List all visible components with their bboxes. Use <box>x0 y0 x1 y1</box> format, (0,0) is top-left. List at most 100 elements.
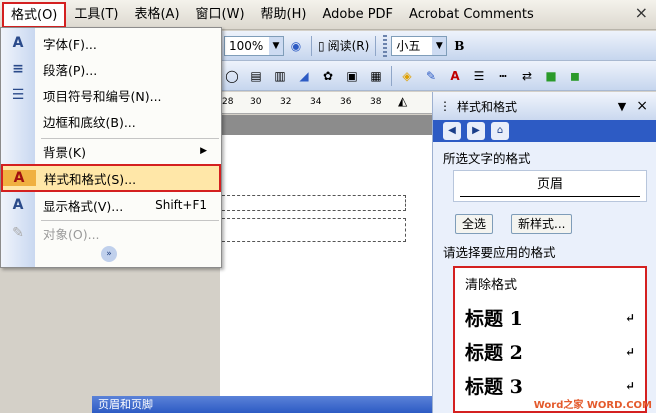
zoom-combo[interactable]: 100% ▼ <box>224 35 284 56</box>
style-list[interactable]: 清除格式 标题 1 ↵ 标题 2 ↵ 标题 3 ↵ <box>453 266 647 413</box>
close-icon[interactable]: × <box>635 3 648 22</box>
help-icon[interactable]: ◉ <box>287 35 305 57</box>
menu-item-label: 样式和格式(S)... <box>44 171 137 187</box>
chevron-down-icon[interactable]: ▼ <box>269 36 283 55</box>
style-name: 标题 1 <box>465 308 523 330</box>
menu-bar: 格式(O) 工具(T) 表格(A) 窗口(W) 帮助(H) Adobe PDF … <box>0 0 656 30</box>
font-size-combo[interactable]: 小五 ▼ <box>391 35 448 56</box>
menu-item-label: 对象(O)... <box>43 226 100 242</box>
menu-item-borders-shading[interactable]: 边框和底纹(B)... <box>1 108 221 134</box>
menu-item-reveal-formatting[interactable]: A 显示格式(V)... Shift+F1 <box>1 192 221 218</box>
styles-task-pane: ⋮ 样式和格式 ▼ × ◀ ▶ ⌂ 所选文字的格式 页眉 全选 新样式... 请… <box>432 92 656 413</box>
menu-item-label: 字体(F)... <box>43 36 97 52</box>
arrow-style-icon[interactable]: ⇄ <box>518 65 536 87</box>
menu-format[interactable]: 格式(O) <box>2 1 67 28</box>
menu-help[interactable]: 帮助(H) <box>253 2 315 28</box>
menu-table[interactable]: 表格(A) <box>126 2 187 28</box>
toolbar-separator <box>375 35 377 56</box>
wordart-icon[interactable]: ◢ <box>295 65 313 87</box>
ruler-tick: 38 <box>370 97 382 107</box>
back-icon[interactable]: ◀ <box>443 122 461 140</box>
grip-icon[interactable]: ⋮ <box>439 99 451 113</box>
line-color-icon[interactable]: ✎ <box>422 65 440 87</box>
menu-item-object: ✎ 对象(O)... <box>1 220 221 246</box>
select-all-button[interactable]: 全选 <box>455 214 494 234</box>
object-icon: ✎ <box>12 225 24 241</box>
toolbar-separator <box>391 65 392 86</box>
pane-options-icon[interactable]: ▼ <box>618 100 626 113</box>
style-item-clear-format[interactable]: 清除格式 <box>465 274 635 293</box>
line-style-icon[interactable]: ☰ <box>470 65 488 87</box>
watermark: Word之家 WORD.COM <box>533 400 652 411</box>
drawing-toolbar: ◯ ▤ ▥ ◢ ✿ ▣ ▦ ◈ ✎ A ☰ ┅ ⇄ ■ ◼ <box>220 61 656 91</box>
apply-format-label: 请选择要应用的格式 <box>443 245 556 260</box>
bold-button[interactable]: B <box>450 35 468 57</box>
format-underline <box>460 196 640 197</box>
picture-icon[interactable]: ▦ <box>367 65 385 87</box>
menu-item-bullets-numbering[interactable]: ☰ 项目符号和编号(N)... <box>1 82 221 108</box>
textbox-icon[interactable]: ▤ <box>247 65 265 87</box>
style-name: 标题 3 <box>465 376 523 398</box>
toolbar-grip[interactable] <box>383 34 388 57</box>
menu-adobe-pdf[interactable]: Adobe PDF <box>314 2 401 28</box>
3d-icon[interactable]: ◼ <box>566 65 584 87</box>
style-name: 标题 2 <box>465 342 523 364</box>
forward-icon[interactable]: ▶ <box>467 122 485 140</box>
clipart-icon[interactable]: ▣ <box>343 65 361 87</box>
vertical-textbox-icon[interactable]: ▥ <box>271 65 289 87</box>
style-item-heading-2[interactable]: 标题 2 ↵ <box>465 338 635 365</box>
ruler-tick: 32 <box>280 97 292 107</box>
fill-color-icon[interactable]: ◈ <box>398 65 416 87</box>
bold-label: B <box>454 38 465 53</box>
menu-item-label: 显示格式(V)... <box>43 198 124 214</box>
header-area[interactable] <box>222 218 406 242</box>
chevron-down-icon[interactable]: ▼ <box>432 36 447 55</box>
document-page[interactable] <box>220 135 432 413</box>
zoom-value: 100% <box>229 38 264 53</box>
font-size-value: 小五 <box>396 39 421 53</box>
menu-item-label: 段落(P)... <box>43 62 98 78</box>
read-button[interactable]: ▯ 阅读(R) <box>318 35 369 57</box>
standard-toolbar: 100% ▼ ◉ ▯ 阅读(R) 小五 ▼ B <box>220 31 656 61</box>
menu-item-background[interactable]: 背景(K) ▶ <box>1 138 221 164</box>
paragraph-icon: ≡ <box>12 61 24 77</box>
shadow-icon[interactable]: ■ <box>542 65 560 87</box>
menu-item-label: 背景(K) <box>43 144 86 160</box>
font-color-icon[interactable]: A <box>446 65 464 87</box>
task-pane-title: 样式和格式 <box>457 99 518 114</box>
horizontal-ruler: 28 30 32 34 36 38 ◭ <box>220 92 432 114</box>
new-style-button[interactable]: 新样式... <box>511 214 573 234</box>
diagram-icon[interactable]: ✿ <box>319 65 337 87</box>
home-icon[interactable]: ⌂ <box>491 122 509 140</box>
oval-icon[interactable]: ◯ <box>223 65 241 87</box>
style-item-heading-3[interactable]: 标题 3 ↵ <box>465 372 635 399</box>
expand-menu-icon[interactable]: » <box>101 246 117 262</box>
format-dropdown-menu: A 字体(F)... ≡ 段落(P)... ☰ 项目符号和编号(N)... 边框… <box>0 27 222 268</box>
menu-shortcut: Shift+F1 <box>155 198 207 212</box>
menu-acrobat-comments[interactable]: Acrobat Comments <box>401 2 542 28</box>
dash-style-icon[interactable]: ┅ <box>494 65 512 87</box>
task-pane-header: ⋮ 样式和格式 ▼ × <box>433 92 656 120</box>
dialog-title: 页眉和页脚 <box>98 398 153 411</box>
menu-item-label: 项目符号和编号(N)... <box>43 88 162 104</box>
menu-item-paragraph[interactable]: ≡ 段落(P)... <box>1 56 221 82</box>
paragraph-mark-icon: ↵ <box>624 344 635 359</box>
styles-icon: A <box>2 170 36 186</box>
style-item-heading-1[interactable]: 标题 1 ↵ <box>465 304 635 331</box>
close-icon[interactable]: × <box>636 98 648 114</box>
ruler-tick: 34 <box>310 97 322 107</box>
document-background <box>220 115 432 135</box>
toolbar-separator <box>311 35 312 56</box>
read-label: 阅读(R) <box>327 39 370 53</box>
menu-item-styles-formatting[interactable]: A 样式和格式(S)... <box>1 164 221 192</box>
indent-marker-icon[interactable]: ◭ <box>398 94 407 108</box>
paragraph-mark-icon: ↵ <box>624 378 635 393</box>
menu-window[interactable]: 窗口(W) <box>188 2 253 28</box>
paragraph-mark-icon: ↵ <box>624 310 635 325</box>
ruler-tick: 30 <box>250 97 262 107</box>
selected-format-box[interactable]: 页眉 <box>453 170 647 202</box>
style-name: 清除格式 <box>465 278 518 293</box>
menu-item-font[interactable]: A 字体(F)... <box>1 30 221 56</box>
header-area[interactable] <box>222 195 406 211</box>
menu-tools[interactable]: 工具(T) <box>66 2 126 28</box>
